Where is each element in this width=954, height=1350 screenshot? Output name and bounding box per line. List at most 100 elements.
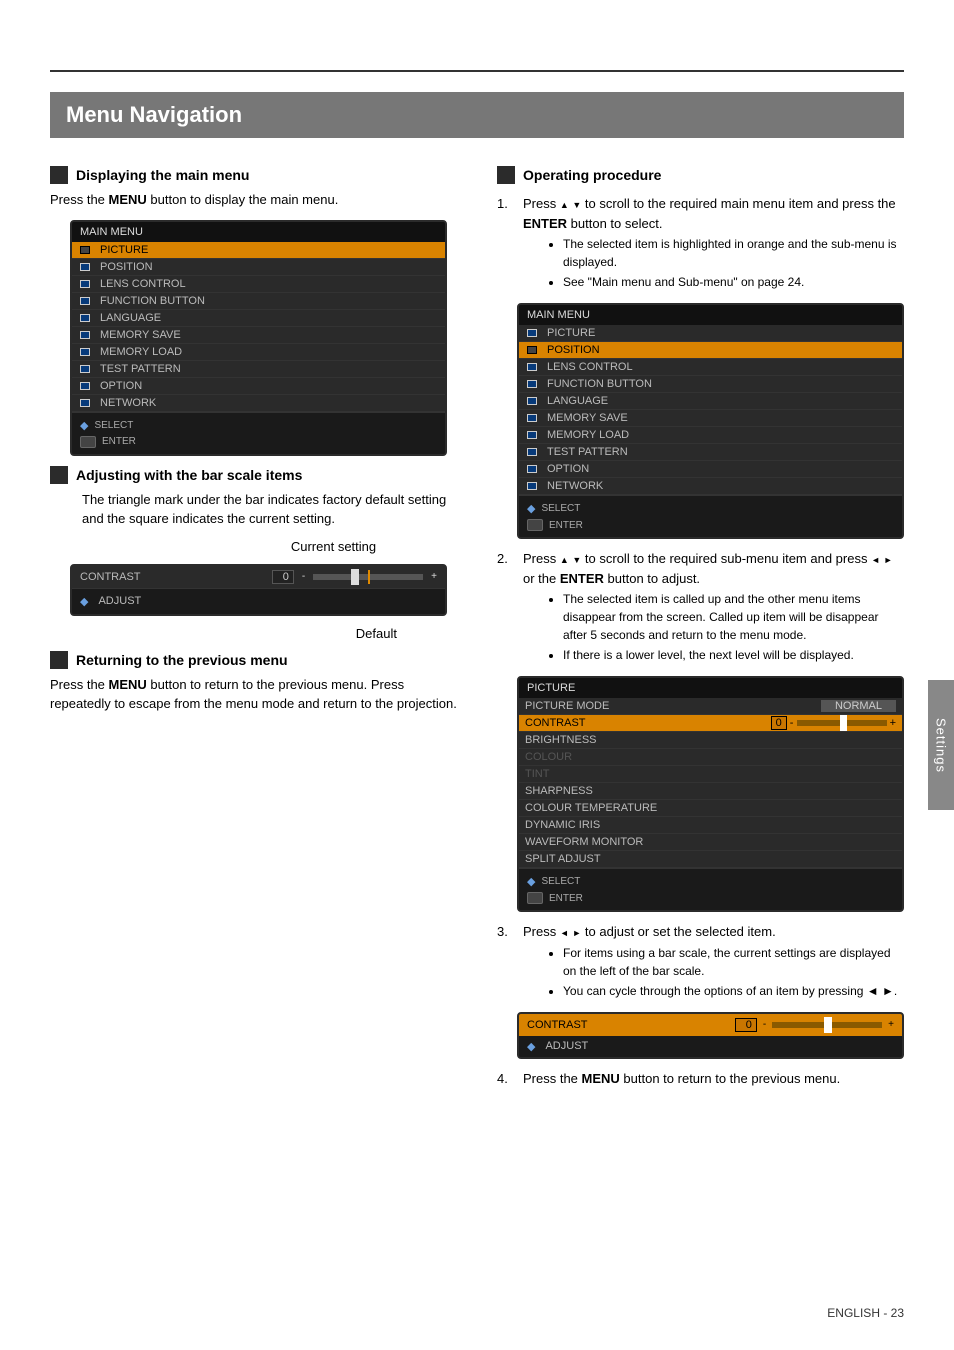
menu-item-label: OPTION [100, 380, 142, 392]
menu-row: OPTION [72, 378, 445, 395]
step-3-bullets: For items using a bar scale, the current… [563, 944, 904, 1000]
bar-scale-text: The triangle mark under the bar indicate… [82, 490, 457, 529]
step-2-bullets: The selected item is called up and the o… [563, 590, 904, 664]
text-frag: button to select. [567, 216, 662, 231]
down-arrow-icon [572, 551, 581, 566]
menu-row: NETWORK [519, 478, 902, 495]
step-number: 4. [497, 1069, 515, 1089]
menu-footer: ◆SELECT ENTER [72, 412, 445, 454]
bar-scale-mock: CONTRAST 0 - + ◆ ADJUST [70, 564, 447, 616]
down-arrow-icon [572, 196, 581, 211]
menu-item-icon [78, 397, 92, 409]
select-hint: SELECT [541, 876, 580, 887]
menu-row: POSITION [519, 342, 902, 359]
section-return-prev: Returning to the previous menu [50, 651, 457, 669]
step-2: 2. Press to scroll to the required sub-m… [497, 549, 904, 666]
menu-item-label: MEMORY SAVE [100, 329, 181, 341]
submenu-item-label: SPLIT ADJUST [525, 853, 601, 865]
menu-item-label: FUNCTION BUTTON [100, 295, 205, 307]
menu-item-icon [525, 378, 539, 390]
submenu-item-label: CONTRAST [525, 717, 586, 729]
menu-item-label: TEST PATTERN [100, 363, 181, 375]
menu-item-icon [525, 446, 539, 458]
bar-item-label: CONTRAST [527, 1019, 588, 1031]
step-3: 3. Press to adjust or set the selected i… [497, 922, 904, 1002]
menu-item-label: OPTION [547, 463, 589, 475]
display-main-menu-text: Press the MENU button to display the mai… [50, 190, 457, 210]
side-tab: Settings [928, 680, 954, 810]
menu-item-icon [525, 395, 539, 407]
menu-item-icon [78, 363, 92, 375]
menu-item-label: MEMORY LOAD [100, 346, 182, 358]
submenu-item-label: WAVEFORM MONITOR [525, 836, 643, 848]
bar-track [772, 1022, 882, 1028]
submenu-row: COLOUR TEMPERATURE [519, 800, 902, 817]
menu-item-icon [525, 429, 539, 441]
menu-row: OPTION [519, 461, 902, 478]
menu-row: NETWORK [72, 395, 445, 412]
bullet-item: The selected item is called up and the o… [563, 590, 904, 644]
select-hint: SELECT [94, 420, 133, 431]
menu-item-label: TEST PATTERN [547, 446, 628, 458]
page-title-bar: Menu Navigation [50, 92, 904, 138]
menu-item-icon [78, 261, 92, 273]
text-frag: to scroll to the required main menu item… [581, 196, 895, 211]
menu-row: MEMORY SAVE [519, 410, 902, 427]
default-tick-icon [368, 570, 370, 584]
bar-track [313, 574, 423, 580]
left-arrow-icon [560, 924, 569, 939]
right-arrow-icon [572, 924, 581, 939]
enter-key-icon [527, 892, 543, 904]
plus-icon: + [431, 571, 437, 582]
left-column: Displaying the main menu Press the MENU … [50, 156, 457, 1088]
page-number: ENGLISH - 23 [827, 1306, 904, 1320]
menu-item-icon [78, 312, 92, 324]
adjust-item-mock: CONTRAST 0 - + ◆ ADJUST [517, 1012, 904, 1059]
current-knob-icon [351, 569, 359, 585]
text-frag: or the [523, 571, 560, 586]
submenu-row: CONTRAST 0 - + [519, 715, 902, 732]
menu-item-icon [525, 344, 539, 356]
step-4: 4. Press the MENU button to return to th… [497, 1069, 904, 1089]
submenu-row: PICTURE MODENORMAL [519, 698, 902, 715]
current-setting-label: Current setting [210, 539, 457, 554]
menu-item-icon [78, 346, 92, 358]
step-1-bullets: The selected item is highlighted in oran… [563, 235, 904, 291]
section-marker-icon [497, 166, 515, 184]
menu-item-label: PICTURE [100, 244, 148, 256]
plus-icon: + [888, 1019, 894, 1030]
enter-hint: ENTER [549, 893, 583, 904]
menu-row: TEST PATTERN [72, 361, 445, 378]
menu-item-icon [78, 295, 92, 307]
submenu-row: WAVEFORM MONITOR [519, 834, 902, 851]
section-operating-procedure: Operating procedure [497, 166, 904, 184]
submenu-row: BRIGHTNESS [519, 732, 902, 749]
step-number: 3. [497, 922, 515, 1002]
menu-row: FUNCTION BUTTON [519, 376, 902, 393]
enter-button-ref: ENTER [560, 571, 604, 586]
menu-item-label: MEMORY LOAD [547, 429, 629, 441]
menu-row: LANGUAGE [519, 393, 902, 410]
submenu-row: SPLIT ADJUST [519, 851, 902, 868]
section-title: Operating procedure [523, 167, 661, 183]
section-display-main-menu: Displaying the main menu [50, 166, 457, 184]
text-frag: button to adjust. [604, 571, 700, 586]
menu-item-label: LENS CONTROL [547, 361, 633, 373]
menu-item-icon [78, 329, 92, 341]
menu-item-icon [525, 480, 539, 492]
submenu-row: COLOUR [519, 749, 902, 766]
menu-item-icon [78, 278, 92, 290]
lr-arrow-icon: ◆ [527, 1040, 535, 1053]
bullet-item: You can cycle through the options of an … [563, 982, 904, 1000]
main-menu-mock-step1: MAIN MENU PICTUREPOSITIONLENS CONTROLFUN… [517, 303, 904, 539]
menu-item-label: PICTURE [547, 327, 595, 339]
submenu-row: DYNAMIC IRIS [519, 817, 902, 834]
step-number: 2. [497, 549, 515, 666]
submenu-item-label: SHARPNESS [525, 785, 593, 797]
menu-item-label: LENS CONTROL [100, 278, 186, 290]
section-marker-icon [50, 651, 68, 669]
submenu-row: SHARPNESS [519, 783, 902, 800]
menu-row: MEMORY LOAD [519, 427, 902, 444]
submenu-bar: 0 - + [771, 717, 896, 729]
menu-row: LENS CONTROL [519, 359, 902, 376]
